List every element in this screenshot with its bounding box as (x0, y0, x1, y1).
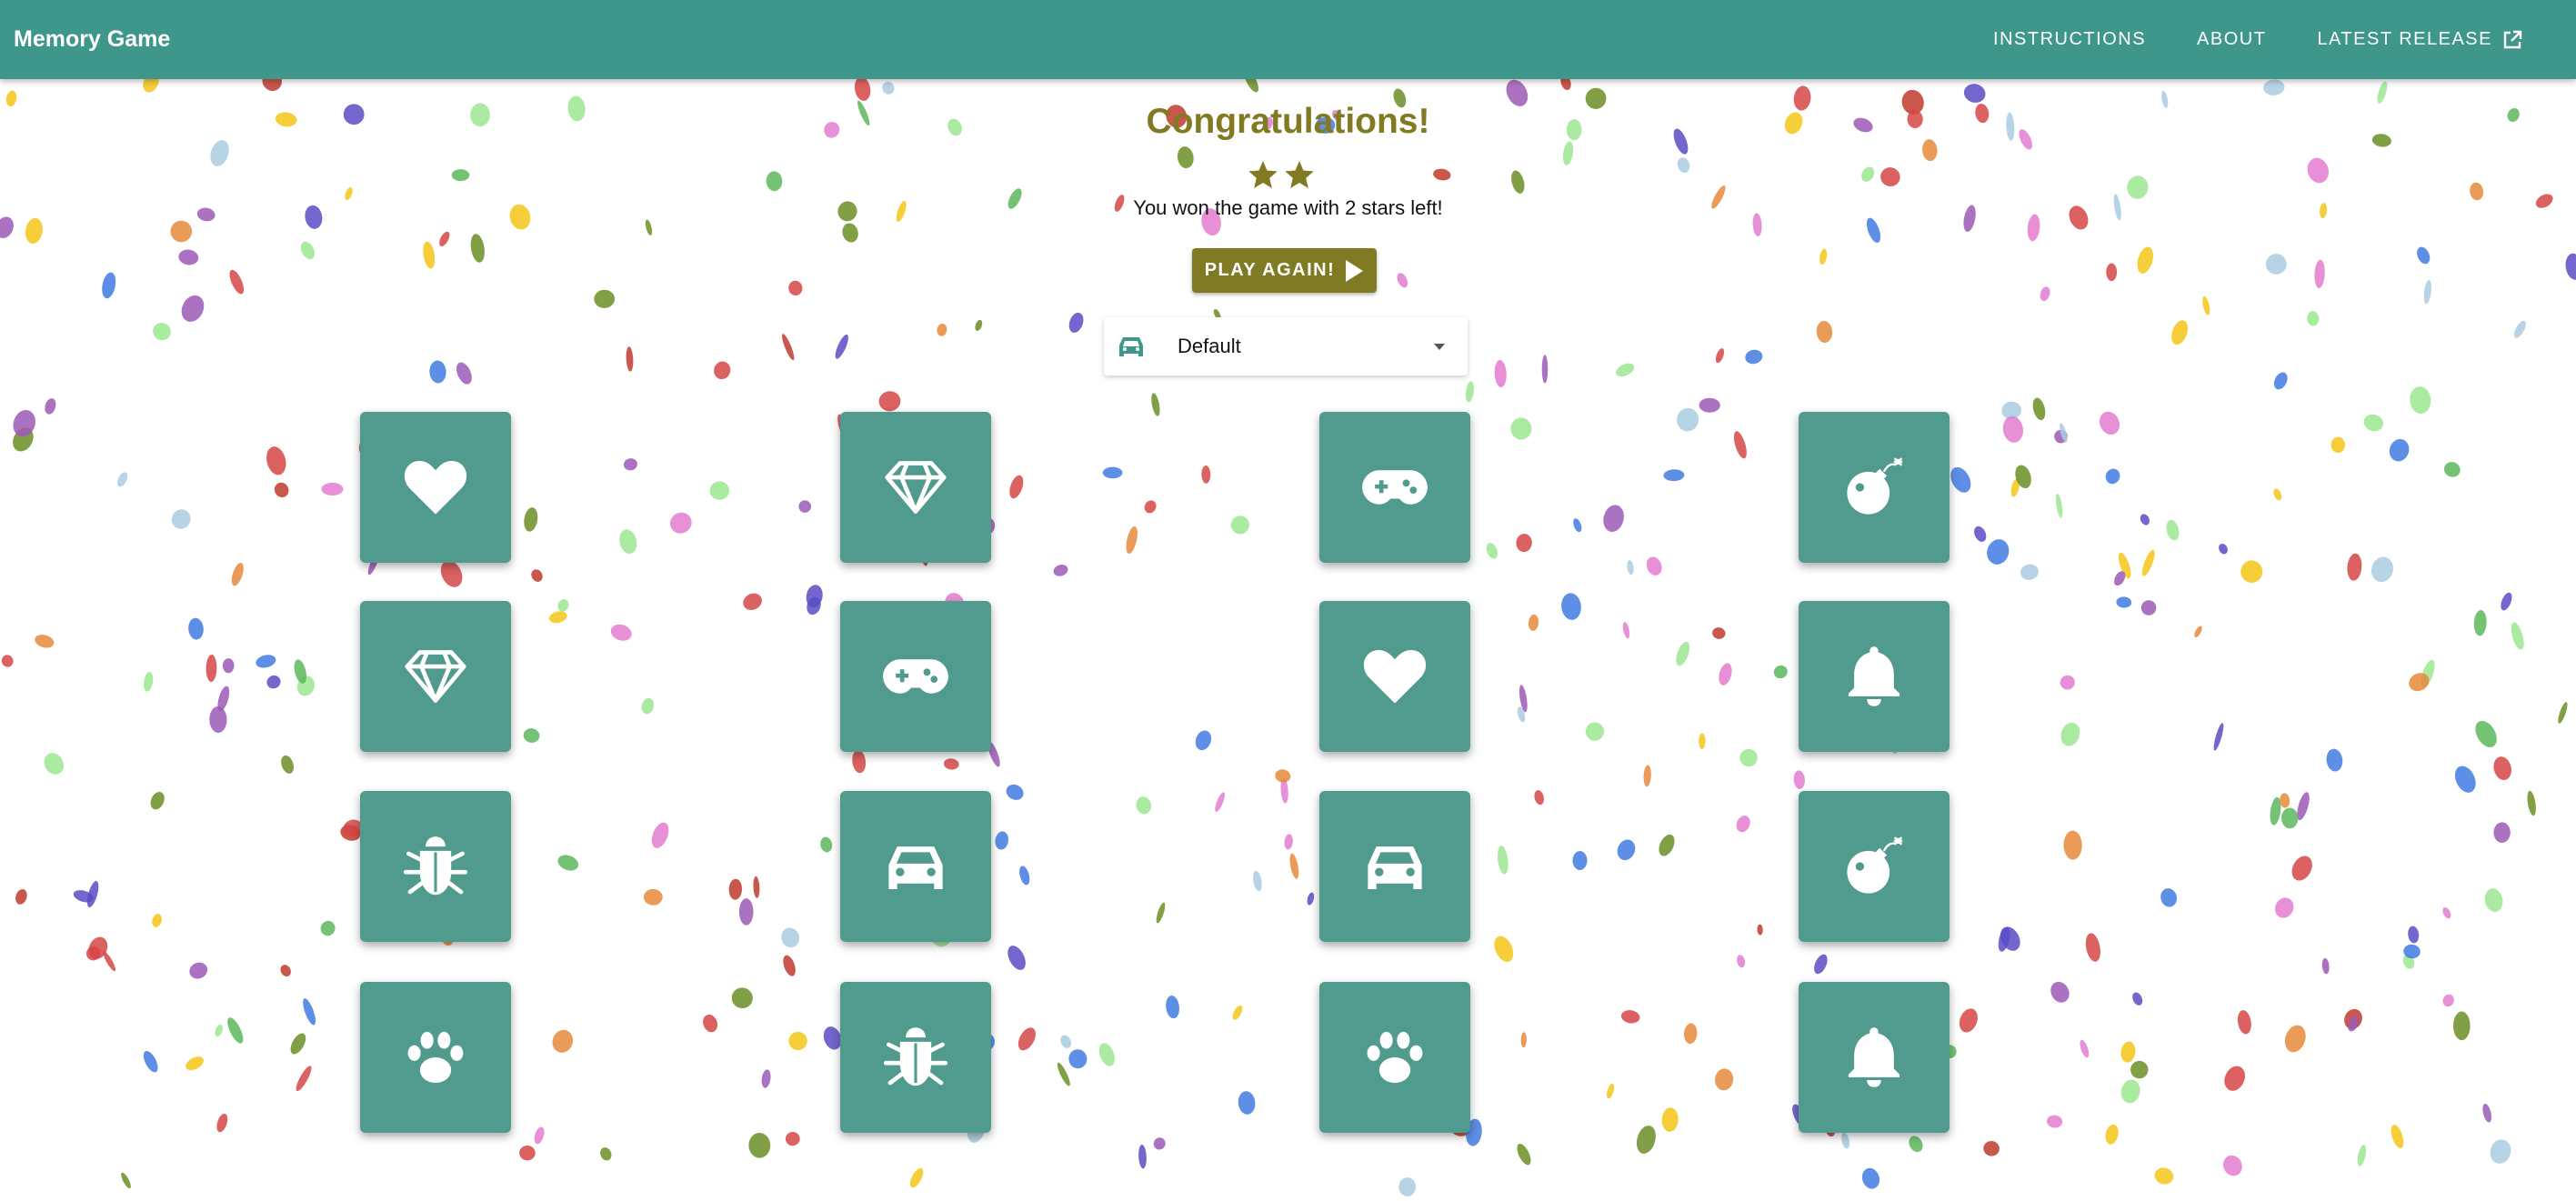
bomb-icon (1847, 457, 1903, 515)
heart-icon (1363, 649, 1427, 704)
game-area: Congratulations! You won the game with 2… (0, 0, 2576, 1196)
nav-latest-release[interactable]: LATEST RELEASE (2291, 20, 2549, 60)
gamepad-icon (883, 659, 948, 694)
paw-icon (407, 1031, 464, 1084)
memory-card[interactable] (1799, 601, 1950, 752)
nav-instructions[interactable]: INSTRUCTIONS (1968, 20, 2171, 59)
congrats-title: Congratulations! (1146, 102, 1430, 141)
star-icon (1285, 161, 1314, 188)
memory-card[interactable] (1799, 412, 1950, 563)
star-icon (1248, 161, 1278, 188)
bug-icon (883, 1027, 948, 1086)
theme-select[interactable]: Default (1104, 317, 1468, 375)
memory-card[interactable] (360, 791, 511, 942)
memory-card[interactable] (840, 601, 991, 752)
memory-card[interactable] (840, 982, 991, 1133)
bell-icon (1848, 646, 1900, 706)
memory-card[interactable] (840, 791, 991, 942)
memory-card[interactable] (360, 601, 511, 752)
play-again-label: PLAY AGAIN! (1204, 260, 1336, 280)
win-message: You won the game with 2 stars left! (1133, 196, 1443, 219)
gamepad-icon (1362, 470, 1428, 505)
app-title[interactable]: Memory Game (14, 0, 170, 79)
nav-about-label: ABOUT (2197, 29, 2267, 49)
memory-card[interactable] (1799, 791, 1950, 942)
paw-icon (1367, 1031, 1423, 1084)
nav-latest-release-label: LATEST RELEASE (2317, 29, 2492, 49)
diamond-icon (405, 650, 466, 703)
nav-about[interactable]: ABOUT (2171, 20, 2291, 59)
play-icon (1346, 259, 1364, 282)
theme-select-value: Default (1178, 335, 1241, 357)
bell-icon (1848, 1027, 1900, 1087)
car-icon (1368, 846, 1422, 889)
diamond-icon (885, 461, 947, 514)
memory-card[interactable] (1319, 601, 1470, 752)
memory-card[interactable] (1319, 412, 1470, 563)
external-link-icon (2503, 30, 2522, 48)
car-icon (1119, 337, 1143, 356)
bomb-icon (1847, 836, 1903, 894)
memory-card[interactable] (1319, 982, 1470, 1133)
heart-icon (404, 460, 467, 515)
memory-card[interactable] (360, 412, 511, 563)
app-bar: Memory Game INSTRUCTIONS ABOUT LATEST RE… (0, 0, 2576, 79)
memory-card[interactable] (1319, 791, 1470, 942)
memory-card[interactable] (360, 982, 511, 1133)
play-again-button[interactable]: PLAY AGAIN! (1192, 248, 1377, 293)
bug-icon (403, 836, 468, 896)
stars-remaining (1246, 158, 1317, 191)
memory-card[interactable] (1799, 982, 1950, 1133)
car-icon (888, 846, 943, 889)
chevron-down-icon (1434, 344, 1445, 350)
nav-instructions-label: INSTRUCTIONS (1993, 29, 2147, 49)
nav-menu: INSTRUCTIONS ABOUT LATEST RELEASE (1968, 0, 2549, 79)
memory-card[interactable] (840, 412, 991, 563)
